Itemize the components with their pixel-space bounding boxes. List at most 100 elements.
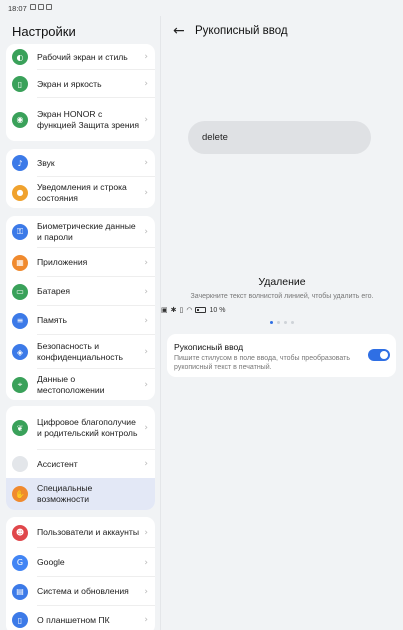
status-notification-icons — [30, 4, 52, 10]
settings-group-security: ⚿ Биометрические данные и пароли › ▦ При… — [6, 216, 155, 400]
toggle-knob — [380, 351, 388, 359]
settings-group-system: ☻ Пользователи и аккаунты › G Google › ▤… — [6, 517, 155, 630]
sidebar-item-label: Рабочий экран и стиль — [37, 51, 128, 62]
chevron-right-icon: › — [144, 586, 148, 597]
sidebar-item-label: Безопасность и конфиденциальность — [37, 341, 124, 362]
system-update-icon: ▤ — [12, 583, 28, 600]
sidebar-item-label: Уведомления и строка состояния — [37, 181, 127, 203]
sidebar-title: Настройки — [12, 24, 76, 39]
handwriting-detail-panel: ← Рукописный ввод delete Удаление Зачерк… — [161, 16, 403, 630]
sidebar-item-label: Экран HONOR с функцией Защита зрения — [37, 108, 140, 130]
storage-icon: ≡ — [12, 312, 28, 329]
chevron-right-icon: › — [144, 227, 148, 237]
sidebar-item-label: Ассистент — [37, 458, 78, 469]
chevron-right-icon: › — [144, 286, 148, 297]
chevron-right-icon: › — [144, 187, 148, 198]
sidebar-item-battery[interactable]: ▭ Батарея › — [6, 277, 155, 306]
sidebar-item-accessibility[interactable]: ✋ Специальные возможности — [6, 478, 155, 510]
wellbeing-icon: ❦ — [12, 420, 28, 436]
setting-title: Рукописный ввод — [174, 342, 244, 352]
sidebar-item-display-brightness[interactable]: ▯ Экран и яркость › — [6, 70, 155, 98]
sidebar-item-label: Приложения — [37, 257, 88, 267]
notification-bell-icon: ● — [12, 184, 28, 201]
page-dot — [284, 321, 287, 324]
demo-title: Удаление — [258, 276, 306, 288]
handwriting-demo-field: delete — [188, 121, 371, 154]
sidebar-item-biometrics[interactable]: ⚿ Биометрические данные и пароли › — [6, 216, 155, 248]
sidebar-item-label: Память — [37, 315, 67, 325]
chevron-right-icon: › — [144, 459, 148, 469]
page-dot-active — [270, 321, 273, 324]
sidebar-item-label: Google — [37, 557, 65, 567]
key-icon: ⚿ — [12, 224, 28, 240]
gallery-icon — [46, 4, 52, 10]
demo-description: Зачеркните текст волнистой линией, чтобы… — [190, 293, 374, 300]
demo-page-indicator — [161, 321, 403, 324]
settings-sidebar: Настройки ◐ Рабочий экран и стиль › ▯ Эк… — [0, 16, 161, 630]
chevron-right-icon: › — [144, 557, 148, 568]
page-dot — [277, 321, 280, 324]
setting-description: Пишите стилусом в поле ввода, чтобы прео… — [174, 355, 350, 371]
sidebar-item-storage[interactable]: ≡ Память › — [6, 306, 155, 335]
eye-comfort-icon: ◉ — [12, 111, 28, 128]
camera-icon — [38, 4, 44, 10]
sidebar-item-assistant[interactable]: Ассистент › — [6, 450, 155, 478]
status-bar: 18:07 ▣ ✱ ▯ ◠ 10 % — [0, 0, 403, 314]
sidebar-item-users-accounts[interactable]: ☻ Пользователи и аккаунты › — [6, 517, 155, 548]
sidebar-item-label: Батарея — [37, 286, 71, 296]
sidebar-item-label: О планшетном ПК — [37, 614, 110, 625]
sidebar-item-privacy[interactable]: ◈ Безопасность и конфиденциальность › — [6, 335, 155, 369]
display-icon: ▯ — [12, 76, 28, 92]
sidebar-item-eye-comfort[interactable]: ◉ Экран HONOR с функцией Защита зрения › — [6, 98, 155, 141]
google-icon: G — [12, 554, 28, 571]
chevron-right-icon: › — [144, 79, 148, 89]
image-icon — [30, 4, 36, 10]
sidebar-item-label: Звук — [37, 157, 55, 168]
apps-grid-icon: ▦ — [12, 254, 28, 271]
chevron-right-icon: › — [144, 257, 148, 268]
sound-icon: ♪ — [12, 155, 28, 171]
page-title: Рукописный ввод — [195, 25, 288, 37]
accessibility-hand-icon: ✋ — [12, 486, 28, 502]
assistant-icon — [12, 456, 28, 472]
chevron-right-icon: › — [144, 315, 148, 326]
sidebar-item-google[interactable]: G Google › — [6, 548, 155, 577]
location-pin-icon: ⌖ — [12, 376, 28, 393]
sidebar-item-location[interactable]: ⌖ Данные о местоположении › — [6, 369, 155, 400]
tablet-info-icon: ▯ — [12, 612, 28, 628]
sidebar-item-sound[interactable]: ♪ Звук › — [6, 149, 155, 177]
sidebar-item-label: Специальные возможности — [37, 483, 93, 504]
sidebar-item-about-tablet[interactable]: ▯ О планшетном ПК › — [6, 606, 155, 630]
sidebar-item-label: Биометрические данные и пароли — [37, 221, 136, 242]
battery-icon: ▭ — [12, 283, 28, 300]
chevron-right-icon: › — [144, 347, 148, 357]
chevron-right-icon: › — [144, 52, 148, 62]
sidebar-item-label: Экран и яркость — [37, 78, 102, 89]
sidebar-item-system-updates[interactable]: ▤ Система и обновления › — [6, 577, 155, 606]
sidebar-item-label: Данные о местоположении — [37, 373, 105, 395]
chevron-right-icon: › — [144, 379, 148, 390]
sidebar-item-digital-wellbeing[interactable]: ❦ Цифровое благополучие и родительский к… — [6, 406, 155, 450]
handwriting-toggle[interactable] — [368, 349, 390, 361]
settings-group-wellbeing: ❦ Цифровое благополучие и родительский к… — [6, 406, 155, 510]
sidebar-item-label: Пользователи и аккаунты — [37, 527, 139, 537]
chevron-right-icon: › — [144, 527, 148, 538]
chevron-right-icon: › — [144, 423, 148, 433]
sidebar-item-home-screen[interactable]: ◐ Рабочий экран и стиль › — [6, 44, 155, 70]
sidebar-item-label: Цифровое благополучие и родительский кон… — [37, 417, 138, 438]
chevron-right-icon: › — [144, 615, 148, 625]
user-accounts-icon: ☻ — [12, 524, 28, 541]
back-arrow-icon[interactable]: ← — [173, 23, 185, 39]
chevron-right-icon: › — [144, 114, 148, 125]
handwriting-setting-card: Рукописный ввод Пишите стилусом в поле в… — [167, 334, 396, 377]
settings-group-sound: ♪ Звук › ● Уведомления и строка состояни… — [6, 149, 155, 208]
palette-icon: ◐ — [12, 49, 28, 65]
shield-icon: ◈ — [12, 344, 28, 360]
sidebar-item-label: Система и обновления — [37, 586, 129, 596]
demo-sample-text: delete — [202, 132, 228, 143]
settings-group-display: ◐ Рабочий экран и стиль › ▯ Экран и ярко… — [6, 44, 155, 141]
status-time: 18:07 — [8, 4, 27, 13]
sidebar-item-notifications[interactable]: ● Уведомления и строка состояния › — [6, 177, 155, 208]
sidebar-item-apps[interactable]: ▦ Приложения › — [6, 248, 155, 277]
chevron-right-icon: › — [144, 158, 148, 168]
